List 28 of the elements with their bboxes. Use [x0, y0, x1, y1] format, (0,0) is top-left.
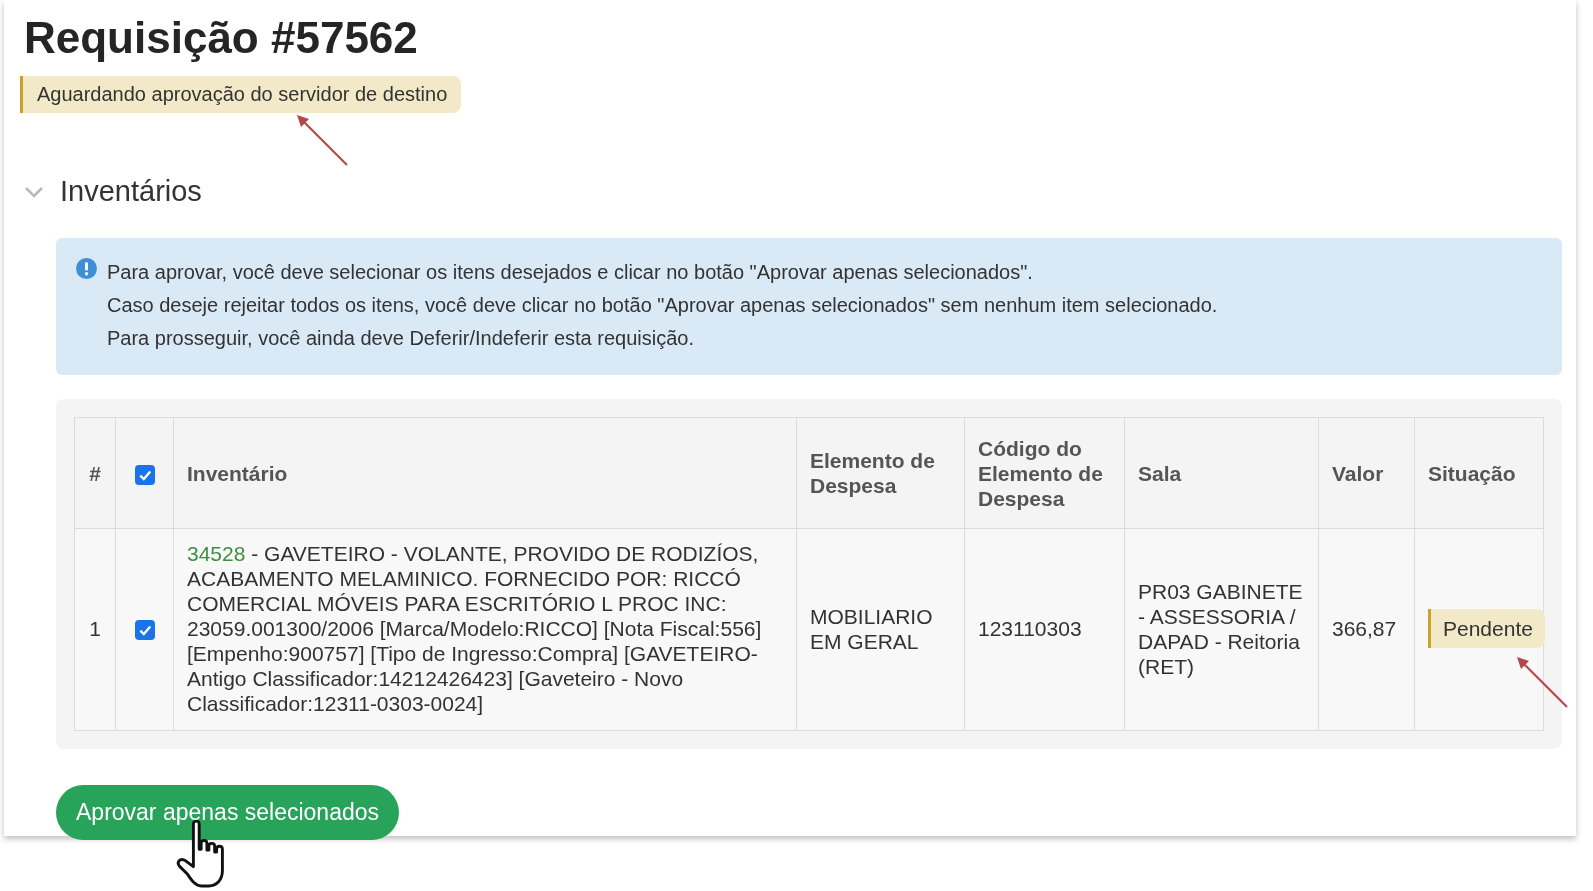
table-cell: PR03 GABINETE - ASSESSORIA / DAPAD - Reitoria (RET) [1124, 528, 1319, 731]
approve-button[interactable]: Aprovar apenas selecionados [56, 785, 400, 840]
inventory-link[interactable]: 34528 [187, 542, 246, 565]
info-text: Caso deseje rejeitar todos os itens, você deve clicar no botão "Aprovar apenas selecionados" sem nenhum item selecionado. [107, 293, 1218, 318]
status-badge: Pendente [1428, 609, 1545, 648]
info-text: Para aprovar, você deve selecionar os itens desejados e clicar no botão "Aprovar apenas selecionados". [107, 260, 1034, 285]
select-all-checkbox[interactable] [134, 464, 155, 485]
row-checkbox[interactable] [134, 620, 155, 641]
column-header: # [74, 417, 116, 529]
status-badge: Aguardando aprovação do servidor de destino [20, 76, 462, 113]
checkmark-icon [137, 623, 152, 638]
section-title: Inventários [60, 175, 202, 208]
annotation-arrow [1515, 655, 1569, 709]
inventory-description: 34528 - GAVETEIRO - VOLANTE, PROVIDO DE RODIZÍOS, ACABAMENTO MELAMINICO. FORNECIDO POR: RICCÓ COMERCIAL MÓVEIS PARA ESCRITÓRIO L PROC INC: 23059.001300/2006 [Marca/Modelo:RICCO] [Nota Fiscal:556] [Empenho:900757] [Tipo de Ingresso:Compra] [GAVETEIRO- Antigo Classificador:14212426423] [Gaveteiro - Novo Classificador:12311-0303-0024] [187, 541, 763, 716]
table-cell: 123110303 [964, 528, 1125, 731]
column-header: Inventário [173, 417, 797, 529]
annotation-arrow [295, 113, 349, 167]
table-cell: 1 [74, 528, 116, 731]
page-title: Requisição #57562 [24, 12, 419, 64]
column-header: Sala [1124, 417, 1319, 529]
column-header: Código do Elemento de Despesa [964, 417, 1125, 529]
column-header: Elemento de Despesa [796, 417, 965, 529]
table-cell: MOBILIARIO EM GERAL [796, 528, 965, 731]
column-header: Situação [1414, 417, 1544, 529]
info-icon [76, 258, 97, 279]
table-cell: 366,87 [1318, 528, 1415, 731]
column-header: Valor [1318, 417, 1415, 529]
info-text: Para prosseguir, você ainda deve Deferir/Indeferir esta requisição. [107, 326, 695, 351]
